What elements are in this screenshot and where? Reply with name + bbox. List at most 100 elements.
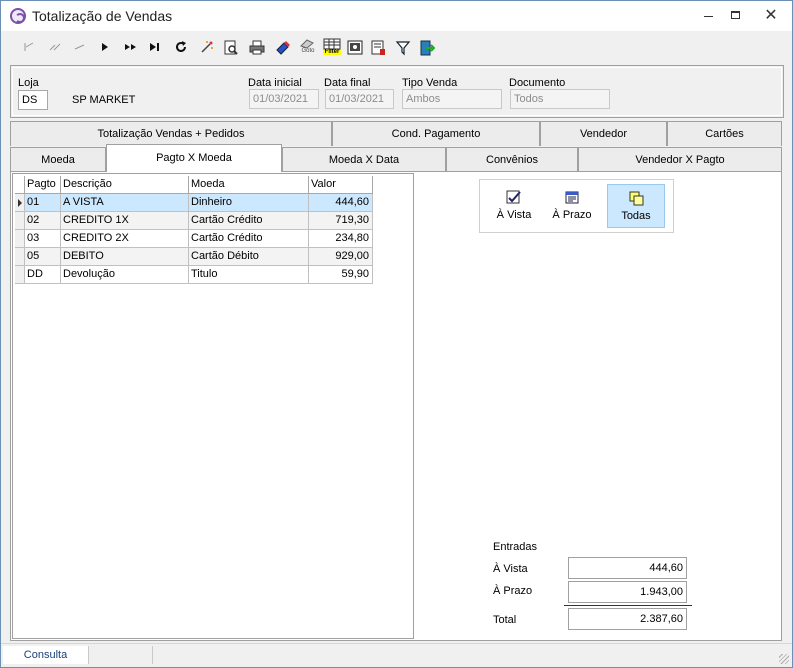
first-record-button[interactable]	[18, 37, 40, 59]
wand-icon	[201, 41, 213, 53]
totals-divider	[564, 605, 692, 606]
tab-totalizacao-vendas-pedidos[interactable]: Totalização Vendas + Pedidos	[10, 121, 332, 146]
cell-valor[interactable]: 929,00	[309, 248, 373, 266]
row-indicator	[15, 230, 25, 248]
cell-pagto[interactable]: 03	[25, 230, 61, 248]
next-page-button[interactable]	[120, 37, 142, 59]
cell-pagto[interactable]: 01	[25, 194, 61, 212]
prior-record-button[interactable]	[68, 37, 90, 59]
grid-pane: Pagto Descrição Moeda Valor 01 A VISTA D…	[12, 173, 414, 639]
maximize-icon	[731, 11, 740, 19]
a-prazo-total-field: 1.943,00	[568, 581, 687, 603]
cell-descricao[interactable]: DEBITO	[61, 248, 189, 266]
prior-page-button[interactable]	[44, 37, 66, 59]
print-button[interactable]	[246, 37, 268, 59]
next-icon	[102, 43, 108, 51]
row-indicator	[15, 248, 25, 266]
screen-button[interactable]	[344, 37, 366, 59]
status-mode: Consulta	[3, 646, 89, 664]
data-final-field[interactable]: 01/03/2021	[325, 89, 394, 109]
a-prazo-button[interactable]: À Prazo	[543, 184, 601, 228]
col-header-pagto[interactable]: Pagto	[25, 176, 61, 194]
refresh-icon	[176, 41, 186, 52]
documento-field[interactable]: Todos	[510, 89, 610, 109]
next-page-icon	[125, 44, 136, 50]
save-icon	[371, 40, 385, 55]
exit-button[interactable]	[416, 37, 438, 59]
tab-cartoes[interactable]: Cartões	[667, 121, 782, 146]
prior-icon	[74, 44, 85, 50]
cell-descricao[interactable]: CREDITO 2X	[61, 230, 189, 248]
row-indicator	[15, 194, 25, 212]
cell-moeda[interactable]: Cartão Débito	[189, 248, 309, 266]
cell-moeda[interactable]: Titulo	[189, 266, 309, 284]
row-indicator	[15, 266, 25, 284]
tab-content: Pagto Descrição Moeda Valor 01 A VISTA D…	[10, 171, 782, 641]
col-header-moeda[interactable]: Moeda	[189, 176, 309, 194]
tab-moeda[interactable]: Moeda	[10, 147, 106, 172]
title-bar: Totalização de Vendas ✕	[1, 1, 792, 31]
next-record-button[interactable]	[94, 37, 116, 59]
minimize-button[interactable]	[694, 1, 722, 31]
refresh-button[interactable]	[170, 37, 192, 59]
entradas-label: Entradas	[493, 541, 538, 553]
save-button[interactable]	[368, 37, 390, 59]
a-vista-label: À Vista	[496, 209, 532, 221]
filter-panel: Loja DS SP MARKET Data inicial 01/03/202…	[10, 65, 784, 118]
cell-moeda[interactable]: Cartão Crédito	[189, 230, 309, 248]
cell-valor[interactable]: 719,30	[309, 212, 373, 230]
tipo-venda-label: Tipo Venda	[402, 77, 458, 89]
cell-valor[interactable]: 444,60	[309, 194, 373, 212]
tab-pagto-x-moeda[interactable]: Pagto X Moeda	[106, 144, 282, 172]
todas-button[interactable]: Todas	[607, 184, 665, 228]
export-button[interactable]	[272, 37, 294, 59]
preview-icon	[224, 40, 238, 55]
cell-descricao[interactable]: Devolução	[61, 266, 189, 284]
funnel-button[interactable]	[392, 37, 414, 59]
goto-button[interactable]: Goto	[296, 37, 320, 59]
a-vista-icon	[506, 190, 521, 204]
a-vista-button[interactable]: À Vista	[485, 184, 543, 228]
cell-pagto[interactable]: 02	[25, 212, 61, 230]
col-header-valor[interactable]: Valor	[309, 176, 373, 194]
a-vista-total-field: 444,60	[568, 557, 687, 579]
tipo-venda-field[interactable]: Ambos	[402, 89, 502, 109]
minimize-icon	[704, 16, 713, 17]
toolbar: Goto Filter	[10, 34, 783, 62]
cell-valor[interactable]: 234,80	[309, 230, 373, 248]
a-prazo-total-label: À Prazo	[493, 585, 533, 597]
loja-field[interactable]: DS	[18, 90, 48, 110]
wand-button[interactable]	[196, 37, 218, 59]
cell-moeda[interactable]: Cartão Crédito	[189, 212, 309, 230]
filter-label: Filter	[323, 49, 341, 55]
status-panel	[89, 646, 153, 664]
filter-grid-button[interactable]: Filter	[321, 37, 343, 59]
maximize-button[interactable]	[722, 1, 750, 31]
status-bar: Consulta	[1, 643, 792, 667]
a-prazo-label: À Prazo	[552, 209, 592, 221]
data-inicial-field[interactable]: 01/03/2021	[249, 89, 319, 109]
tab-convenios[interactable]: Convênios	[446, 147, 578, 172]
export-icon	[276, 41, 290, 55]
tab-vendedor-x-pagto[interactable]: Vendedor X Pagto	[578, 147, 782, 172]
col-header-descricao[interactable]: Descrição	[61, 176, 189, 194]
cell-valor[interactable]: 59,90	[309, 266, 373, 284]
tab-moeda-x-data[interactable]: Moeda X Data	[282, 147, 446, 172]
current-row-icon	[18, 199, 22, 207]
tab-vendedor[interactable]: Vendedor	[540, 121, 667, 146]
preview-button[interactable]	[220, 37, 242, 59]
todas-icon	[629, 191, 644, 206]
cell-pagto[interactable]: 05	[25, 248, 61, 266]
last-record-button[interactable]	[144, 37, 166, 59]
cell-descricao[interactable]: A VISTA	[61, 194, 189, 212]
tab-cond-pagamento[interactable]: Cond. Pagamento	[332, 121, 540, 146]
loja-label: Loja	[18, 77, 39, 89]
cell-pagto[interactable]: DD	[25, 266, 61, 284]
resize-grip-icon[interactable]	[779, 654, 789, 664]
cell-descricao[interactable]: CREDITO 1X	[61, 212, 189, 230]
cell-moeda[interactable]: Dinheiro	[189, 194, 309, 212]
documento-label: Documento	[509, 77, 566, 89]
window-title: Totalização de Vendas	[32, 8, 173, 24]
close-button[interactable]: ✕	[750, 1, 792, 31]
goto-label: Goto	[301, 48, 315, 54]
